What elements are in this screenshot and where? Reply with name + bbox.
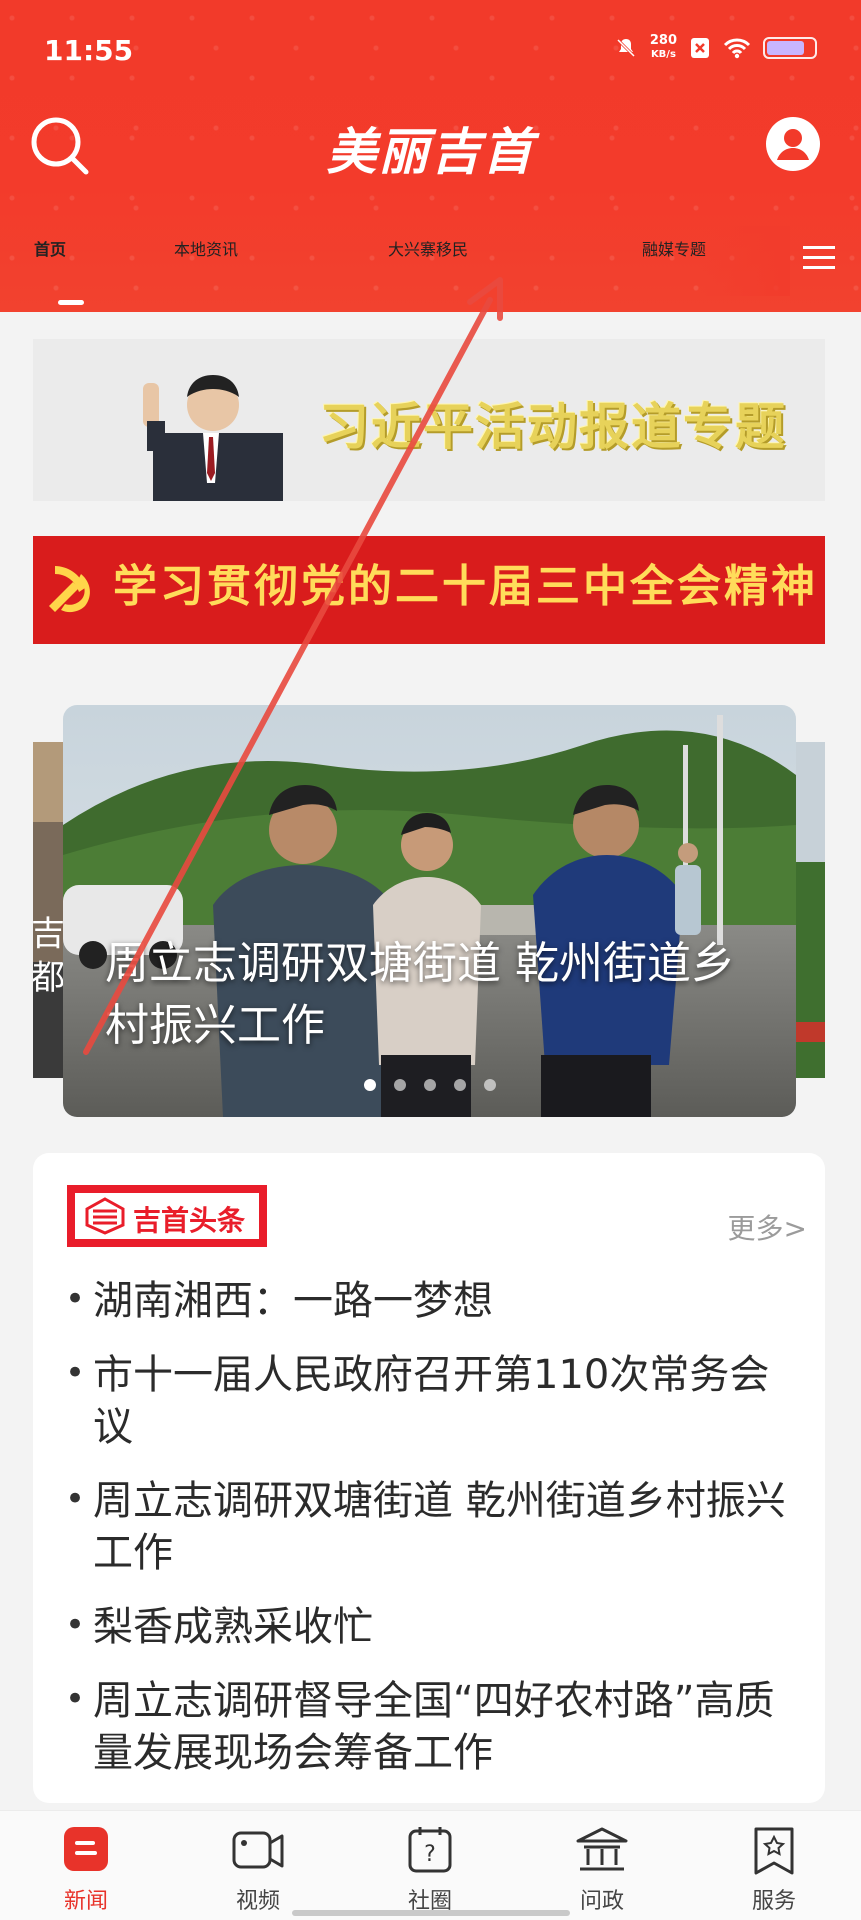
headline-item[interactable]: 湖南湘西：一路一梦想 [65,1273,795,1327]
wifi-icon [723,38,751,59]
headline-item[interactable]: 市十一届人民政府召开第110次常务会议 [65,1347,795,1453]
community-icon: ? [408,1827,452,1873]
mute-icon [616,38,635,58]
home-indicator[interactable] [292,1910,570,1916]
government-icon [576,1827,628,1871]
badge-label: 吉首头条 [133,1204,246,1237]
tab-media-topics[interactable]: 融媒专题 [642,236,706,260]
prev-slide-caption: 吉 都 [33,914,63,998]
status-time: 11:55 [44,34,134,67]
next-slide-image [796,742,825,1078]
carousel-dot[interactable] [483,1079,496,1091]
carousel-prev-peek[interactable]: 吉 都 [33,742,63,1078]
headline-item[interactable]: 周立志调研督导全国“四好农村路”高质量发展现场会筹备工作 [65,1673,795,1779]
status-icons: 280 KB/s [614,34,817,62]
badge-inner: 吉首头条 [75,1193,259,1239]
nav-label: 新闻 [63,1889,108,1914]
carousel-dots [63,1079,796,1091]
service-icon [754,1827,794,1875]
sim-off-icon [691,38,709,58]
headline-item[interactable]: 梨香成熟采收忙 [65,1599,795,1653]
network-speed: 280 KB/s [650,34,677,62]
menu-icon[interactable] [803,244,835,272]
svg-text:?: ? [424,1842,436,1867]
news-carousel[interactable]: 周立志调研双塘街道 乾州街道乡村振兴工作 [63,705,796,1117]
header-top-row: 美丽吉首 [0,112,861,181]
carousel-caption: 周立志调研双塘街道 乾州街道乡村振兴工作 [105,938,735,1051]
headline-item[interactable]: 周立志调研双塘街道 乾州街道乡村振兴工作 [65,1473,795,1579]
battery-icon [763,37,817,59]
app-header: 11:55 280 KB/s 美丽吉首 首页 本地资讯 大兴寨移民 融媒专题 [0,0,861,312]
carousel-dot[interactable] [453,1079,466,1091]
nav-government[interactable]: 问政 [552,1825,652,1915]
bottom-nav: 新闻 视频 ? 社圈 问政 服务 [0,1810,861,1920]
carousel-dot[interactable] [393,1079,406,1091]
video-icon [232,1831,284,1869]
party-study-banner[interactable]: 学习贯彻党的二十届三中全会精神 [33,536,825,644]
jishou-headlines-badge: 吉首头条 [67,1185,267,1247]
tab-local-news[interactable]: 本地资讯 [174,236,238,260]
headline-list: 湖南湘西：一路一梦想 市十一届人民政府召开第110次常务会议 周立志调研双塘街道… [65,1273,795,1801]
profile-icon[interactable] [765,116,821,172]
active-tab-indicator [58,300,84,305]
nav-community[interactable]: ? 社圈 [380,1825,480,1915]
tab-fade [700,226,790,296]
tab-home[interactable]: 首页 [34,236,66,260]
jishou-headlines-card: 吉首头条 更多> 湖南湘西：一路一梦想 市十一届人民政府召开第110次常务会议 … [33,1153,825,1803]
carousel-dot[interactable] [423,1079,436,1091]
nav-service[interactable]: 服务 [724,1825,824,1915]
banner1-text: 习近平活动报道专题 [319,398,787,456]
xi-activity-banner[interactable]: 习近平活动报道专题 [33,339,825,501]
banner2-text: 学习贯彻党的二十届三中全会精神 [113,561,818,612]
nav-news[interactable]: 新闻 [36,1825,136,1915]
nav-video[interactable]: 视频 [208,1825,308,1915]
more-link[interactable]: 更多> [728,1207,807,1247]
carousel-next-peek[interactable] [796,742,825,1078]
news-icon [64,1827,108,1871]
network-speed-value: 280 [649,33,677,48]
battery-level [767,41,804,55]
headlines-logo-icon [85,1197,125,1235]
nav-label: 服务 [751,1889,796,1914]
network-speed-unit: KB/s [650,49,676,60]
party-emblem-icon [49,566,90,613]
leader-photo [143,375,283,501]
app-title: 美丽吉首 [326,122,535,181]
prev-slide-image [33,742,63,1078]
status-bar: 11:55 280 KB/s [44,30,817,70]
carousel-dot[interactable] [363,1079,376,1091]
tab-daxingzhai-migration[interactable]: 大兴寨移民 [388,236,468,260]
